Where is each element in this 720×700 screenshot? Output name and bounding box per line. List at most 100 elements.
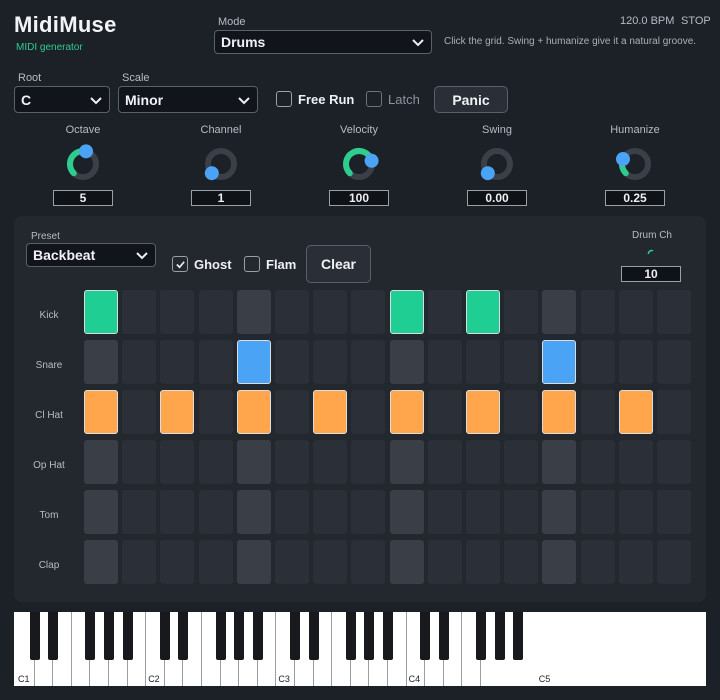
step-cell[interactable]: [351, 540, 386, 584]
step-cell[interactable]: [122, 490, 157, 534]
rotary-knob[interactable]: [477, 144, 517, 184]
step-cell[interactable]: [542, 440, 577, 484]
preset-select[interactable]: Backbeat: [26, 243, 156, 267]
step-cell[interactable]: [618, 290, 653, 334]
scale-select[interactable]: Minor: [118, 86, 258, 113]
step-cell[interactable]: [351, 340, 386, 384]
piano-keyboard[interactable]: C1 C2 C3 C4 C5: [14, 612, 706, 686]
step-cell[interactable]: [236, 440, 271, 484]
step-cell[interactable]: [313, 290, 348, 334]
ghost-checkbox[interactable]: Ghost: [172, 256, 232, 272]
black-key[interactable]: [513, 612, 524, 660]
black-key[interactable]: [308, 612, 319, 660]
black-key[interactable]: [438, 612, 449, 660]
step-cell[interactable]: [389, 440, 424, 484]
free-run-checkbox[interactable]: Free Run: [276, 91, 354, 107]
step-cell[interactable]: [122, 390, 157, 434]
step-cell[interactable]: [84, 440, 118, 484]
step-cell[interactable]: [275, 490, 309, 534]
step-cell[interactable]: [466, 440, 500, 484]
step-cell[interactable]: [618, 340, 653, 384]
clear-button[interactable]: Clear: [306, 245, 371, 283]
black-key[interactable]: [290, 612, 300, 660]
step-cell[interactable]: [275, 340, 309, 384]
checkbox-box[interactable]: [172, 256, 188, 272]
knob-value[interactable]: 100: [329, 190, 389, 206]
black-key[interactable]: [178, 612, 189, 660]
step-cell[interactable]: [427, 540, 462, 584]
black-key[interactable]: [420, 612, 431, 660]
step-cell[interactable]: [580, 390, 615, 434]
step-cell[interactable]: [313, 540, 348, 584]
black-key[interactable]: [494, 612, 505, 660]
step-cell[interactable]: [351, 440, 386, 484]
root-select[interactable]: C: [14, 86, 110, 113]
step-cell[interactable]: [389, 290, 424, 334]
step-cell[interactable]: [236, 390, 271, 434]
step-cell[interactable]: [466, 290, 500, 334]
step-cell[interactable]: [84, 390, 118, 434]
black-key[interactable]: [122, 612, 133, 660]
step-cell[interactable]: [122, 540, 157, 584]
step-cell[interactable]: [542, 390, 577, 434]
step-cell[interactable]: [275, 440, 309, 484]
step-cell[interactable]: [657, 390, 691, 434]
drum-channel-value[interactable]: 10: [621, 266, 681, 282]
step-cell[interactable]: [542, 490, 577, 534]
step-cell[interactable]: [84, 490, 118, 534]
step-cell[interactable]: [275, 390, 309, 434]
step-cell[interactable]: [84, 340, 118, 384]
mode-select[interactable]: Drums: [214, 30, 432, 54]
knob-value[interactable]: 5: [53, 190, 113, 206]
step-cell[interactable]: [236, 340, 271, 384]
black-key[interactable]: [29, 612, 40, 660]
black-key[interactable]: [48, 612, 59, 660]
black-key[interactable]: [383, 612, 393, 660]
step-cell[interactable]: [122, 340, 157, 384]
transport-state[interactable]: STOP: [681, 15, 711, 27]
drum-channel-knob-icon[interactable]: [647, 249, 655, 257]
step-cell[interactable]: [466, 340, 500, 384]
black-key[interactable]: [476, 612, 486, 660]
step-cell[interactable]: [618, 540, 653, 584]
step-cell[interactable]: [389, 340, 424, 384]
step-cell[interactable]: [657, 290, 691, 334]
step-cell[interactable]: [427, 390, 462, 434]
step-cell[interactable]: [618, 390, 653, 434]
step-cell[interactable]: [313, 340, 348, 384]
rotary-knob[interactable]: [339, 144, 379, 184]
panic-button[interactable]: Panic: [434, 86, 508, 113]
step-cell[interactable]: [542, 540, 577, 584]
knob-value[interactable]: 0.25: [605, 190, 665, 206]
step-cell[interactable]: [84, 290, 118, 334]
checkbox-box[interactable]: [244, 256, 260, 272]
step-cell[interactable]: [504, 340, 539, 384]
black-key[interactable]: [104, 612, 114, 660]
step-cell[interactable]: [236, 490, 271, 534]
flam-checkbox[interactable]: Flam: [244, 256, 296, 272]
step-cell[interactable]: [236, 290, 271, 334]
step-cell[interactable]: [313, 390, 348, 434]
step-cell[interactable]: [504, 290, 539, 334]
step-cell[interactable]: [580, 540, 615, 584]
step-cell[interactable]: [198, 490, 233, 534]
step-cell[interactable]: [160, 490, 195, 534]
step-cell[interactable]: [657, 490, 691, 534]
step-cell[interactable]: [657, 540, 691, 584]
step-cell[interactable]: [618, 490, 653, 534]
step-cell[interactable]: [236, 540, 271, 584]
latch-checkbox[interactable]: Latch: [366, 91, 420, 107]
black-key[interactable]: [85, 612, 96, 660]
step-cell[interactable]: [466, 390, 500, 434]
knob-value[interactable]: 0.00: [467, 190, 527, 206]
step-cell[interactable]: [427, 490, 462, 534]
step-cell[interactable]: [275, 290, 309, 334]
step-cell[interactable]: [427, 290, 462, 334]
step-cell[interactable]: [427, 440, 462, 484]
step-cell[interactable]: [84, 540, 118, 584]
step-cell[interactable]: [198, 340, 233, 384]
black-key[interactable]: [252, 612, 263, 660]
step-cell[interactable]: [313, 440, 348, 484]
checkbox-box[interactable]: [276, 91, 292, 107]
step-cell[interactable]: [160, 440, 195, 484]
